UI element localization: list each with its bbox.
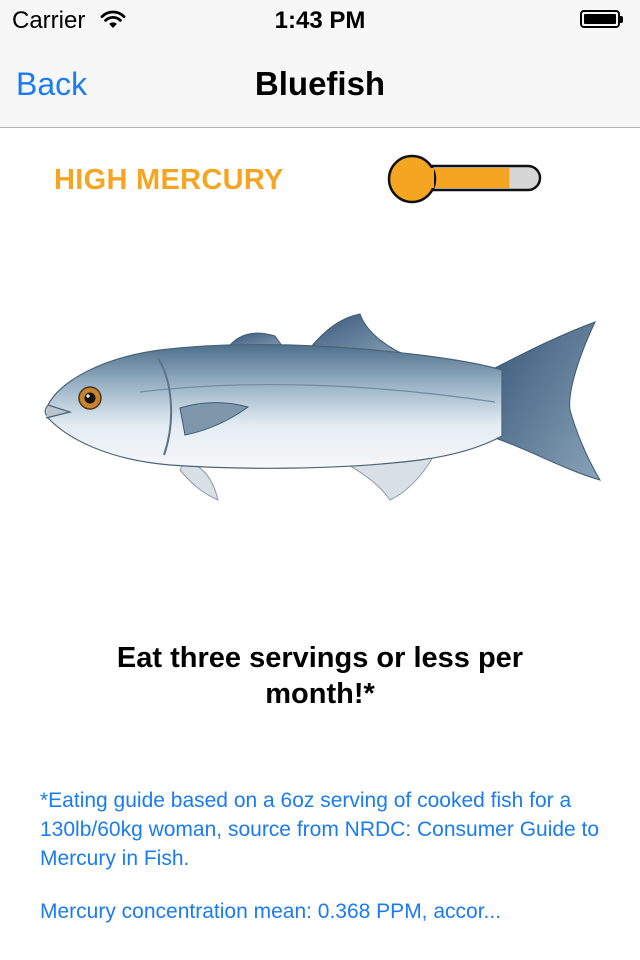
status-time: 1:43 PM — [274, 7, 366, 34]
eating-guide-footnote-link[interactable]: *Eating guide based on a 6oz serving of … — [40, 786, 608, 873]
page-title: Bluefish — [254, 65, 386, 102]
fish-image — [40, 310, 604, 515]
mercury-concentration-link[interactable]: Mercury concentration mean: 0.368 PPM, a… — [40, 897, 606, 926]
mercury-level-label: HIGH MERCURY — [54, 164, 284, 196]
status-bar: Carrier 1:43 PM — [0, 0, 640, 40]
battery-fill — [584, 14, 616, 24]
battery-icon — [580, 10, 624, 30]
bluefish-illustration — [44, 313, 602, 501]
eating-advice: Eat three servings or less per month!* — [116, 642, 524, 710]
navigation-bar: Back Bluefish — [0, 40, 640, 128]
mercury-gauge — [386, 154, 546, 211]
